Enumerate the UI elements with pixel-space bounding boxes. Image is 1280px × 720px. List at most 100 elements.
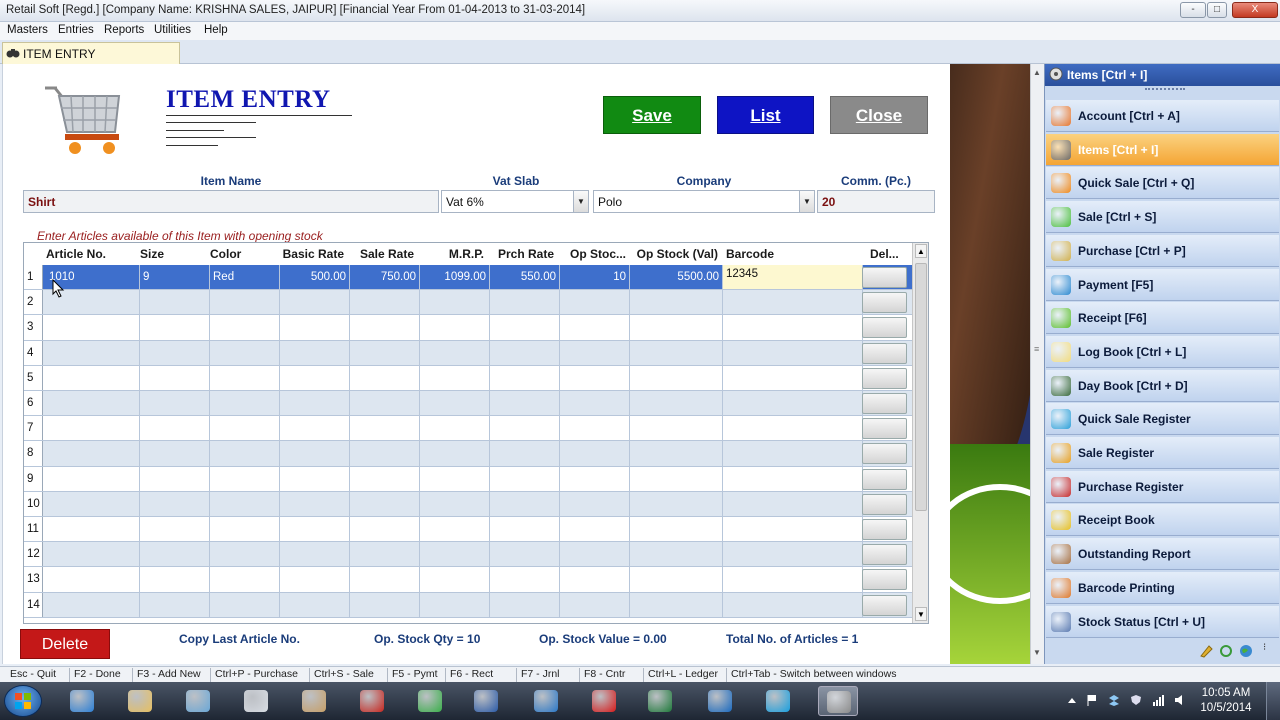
cell-article-no[interactable] — [46, 315, 140, 340]
cell-sale-rate[interactable]: 750.00 — [350, 265, 420, 290]
row-delete-button[interactable] — [862, 443, 907, 465]
cell-op-stock-qty[interactable] — [560, 290, 630, 315]
cell-op-stock-val[interactable] — [630, 466, 723, 491]
taskbar-app-retail-soft[interactable] — [818, 686, 858, 716]
cell-op-stock-qty[interactable] — [560, 542, 630, 567]
cell-mrp[interactable] — [420, 567, 490, 592]
table-row[interactable]: 4 — [24, 340, 912, 366]
sidebar-item-payment[interactable]: Payment [F5] — [1046, 268, 1279, 301]
cell-prch-rate[interactable] — [490, 290, 560, 315]
table-row[interactable]: 3 — [24, 315, 912, 341]
col-op-stock-val[interactable]: Op Stock (Val) — [630, 243, 718, 265]
cell-prch-rate[interactable] — [490, 416, 560, 441]
cell-prch-rate[interactable] — [490, 340, 560, 365]
cell-basic-rate[interactable] — [280, 416, 350, 441]
cell-basic-rate[interactable] — [280, 315, 350, 340]
cell-op-stock-qty[interactable] — [560, 517, 630, 542]
cell-prch-rate[interactable] — [490, 365, 560, 390]
scroll-up-icon[interactable]: ▲ — [915, 244, 927, 258]
pencil-icon[interactable] — [1199, 644, 1213, 658]
shield-tray-icon[interactable] — [1130, 694, 1142, 706]
row-delete-button[interactable] — [862, 418, 907, 440]
cell-basic-rate[interactable] — [280, 542, 350, 567]
cell-op-stock-val[interactable] — [630, 416, 723, 441]
sidebar-item-quick-sale[interactable]: Quick Sale [Ctrl + Q] — [1046, 167, 1279, 200]
cell-sale-rate[interactable] — [350, 416, 420, 441]
cell-op-stock-val[interactable] — [630, 517, 723, 542]
cell-op-stock-qty[interactable] — [560, 391, 630, 416]
taskbar-app-file[interactable] — [236, 686, 276, 716]
cell-prch-rate[interactable] — [490, 592, 560, 617]
dropdown-arrow-icon[interactable]: ▼ — [799, 191, 814, 212]
cell-op-stock-qty[interactable] — [560, 416, 630, 441]
cell-op-stock-val[interactable] — [630, 290, 723, 315]
table-row[interactable]: 11 — [24, 517, 912, 543]
cell-op-stock-qty[interactable] — [560, 491, 630, 516]
col-article-no[interactable]: Article No. — [46, 243, 138, 265]
cell-color[interactable] — [210, 391, 280, 416]
cell-mrp[interactable] — [420, 416, 490, 441]
cell-article-no[interactable] — [46, 542, 140, 567]
taskbar-app-skype[interactable] — [758, 686, 798, 716]
col-size[interactable]: Size — [140, 243, 208, 265]
cell-size[interactable] — [140, 491, 210, 516]
taskbar-app-word[interactable] — [466, 686, 506, 716]
volume-icon[interactable] — [1174, 694, 1186, 706]
sidebar-item-log-book[interactable]: Log Book [Ctrl + L] — [1046, 335, 1279, 368]
sidebar-item-barcode-printing[interactable]: Barcode Printing — [1046, 571, 1279, 604]
cell-op-stock-val[interactable] — [630, 542, 723, 567]
cell-barcode[interactable] — [723, 542, 863, 567]
sidebar-item-stock-status[interactable]: Stock Status [Ctrl + U] — [1046, 605, 1279, 638]
cell-sale-rate[interactable] — [350, 592, 420, 617]
cell-op-stock-val[interactable]: 5500.00 — [630, 265, 723, 290]
sidebar-item-sale-register[interactable]: Sale Register — [1046, 437, 1279, 469]
cell-size[interactable] — [140, 416, 210, 441]
cell-prch-rate[interactable] — [490, 567, 560, 592]
globe-icon[interactable] — [1239, 644, 1253, 658]
menu-entries[interactable]: Entries — [58, 24, 94, 36]
dropdown-arrow-icon[interactable]: ▼ — [573, 191, 588, 212]
sidebar-item-purchase[interactable]: Purchase [Ctrl + P] — [1046, 234, 1279, 267]
taskbar-app-notebook[interactable] — [178, 686, 218, 716]
cell-mrp[interactable] — [420, 315, 490, 340]
cell-op-stock-qty[interactable]: 10 — [560, 265, 630, 290]
col-basic-rate[interactable]: Basic Rate — [280, 243, 344, 265]
cell-op-stock-qty[interactable] — [560, 315, 630, 340]
cell-op-stock-val[interactable] — [630, 315, 723, 340]
menu-help[interactable]: Help — [204, 24, 228, 36]
cell-basic-rate[interactable] — [280, 517, 350, 542]
cell-color[interactable] — [210, 567, 280, 592]
item-name-field[interactable]: Shirt — [23, 190, 439, 213]
col-mrp[interactable]: M.R.P. — [420, 243, 484, 265]
taskbar-app-folder[interactable] — [120, 686, 160, 716]
sidebar-item-items[interactable]: Items [Ctrl + I] — [1046, 133, 1279, 166]
cell-sale-rate[interactable] — [350, 567, 420, 592]
cell-article-no[interactable] — [46, 365, 140, 390]
cell-barcode[interactable] — [723, 517, 863, 542]
cell-sale-rate[interactable] — [350, 315, 420, 340]
col-prch-rate[interactable]: Prch Rate — [490, 243, 554, 265]
taskbar-app-gem[interactable] — [410, 686, 450, 716]
recycle-icon[interactable] — [1219, 644, 1233, 658]
cell-basic-rate[interactable] — [280, 592, 350, 617]
cell-basic-rate[interactable] — [280, 290, 350, 315]
row-delete-button[interactable] — [862, 342, 907, 364]
cell-barcode[interactable] — [723, 466, 863, 491]
table-row[interactable]: 10 — [24, 491, 912, 517]
cell-size[interactable] — [140, 340, 210, 365]
delete-button[interactable]: Delete — [20, 629, 110, 659]
cell-sale-rate[interactable] — [350, 466, 420, 491]
row-delete-button[interactable] — [862, 367, 907, 389]
cell-article-no[interactable] — [46, 391, 140, 416]
cell-article-no[interactable] — [46, 592, 140, 617]
cell-size[interactable] — [140, 365, 210, 390]
cell-size[interactable] — [140, 466, 210, 491]
cell-sale-rate[interactable] — [350, 517, 420, 542]
cell-size[interactable] — [140, 517, 210, 542]
col-op-stock-qty[interactable]: Op Stoc... — [560, 243, 626, 265]
table-row[interactable]: 12 — [24, 542, 912, 568]
table-row[interactable]: 8 — [24, 441, 912, 467]
close-button[interactable]: Close — [830, 96, 928, 134]
col-color[interactable]: Color — [210, 243, 278, 265]
row-delete-button[interactable] — [862, 393, 907, 414]
